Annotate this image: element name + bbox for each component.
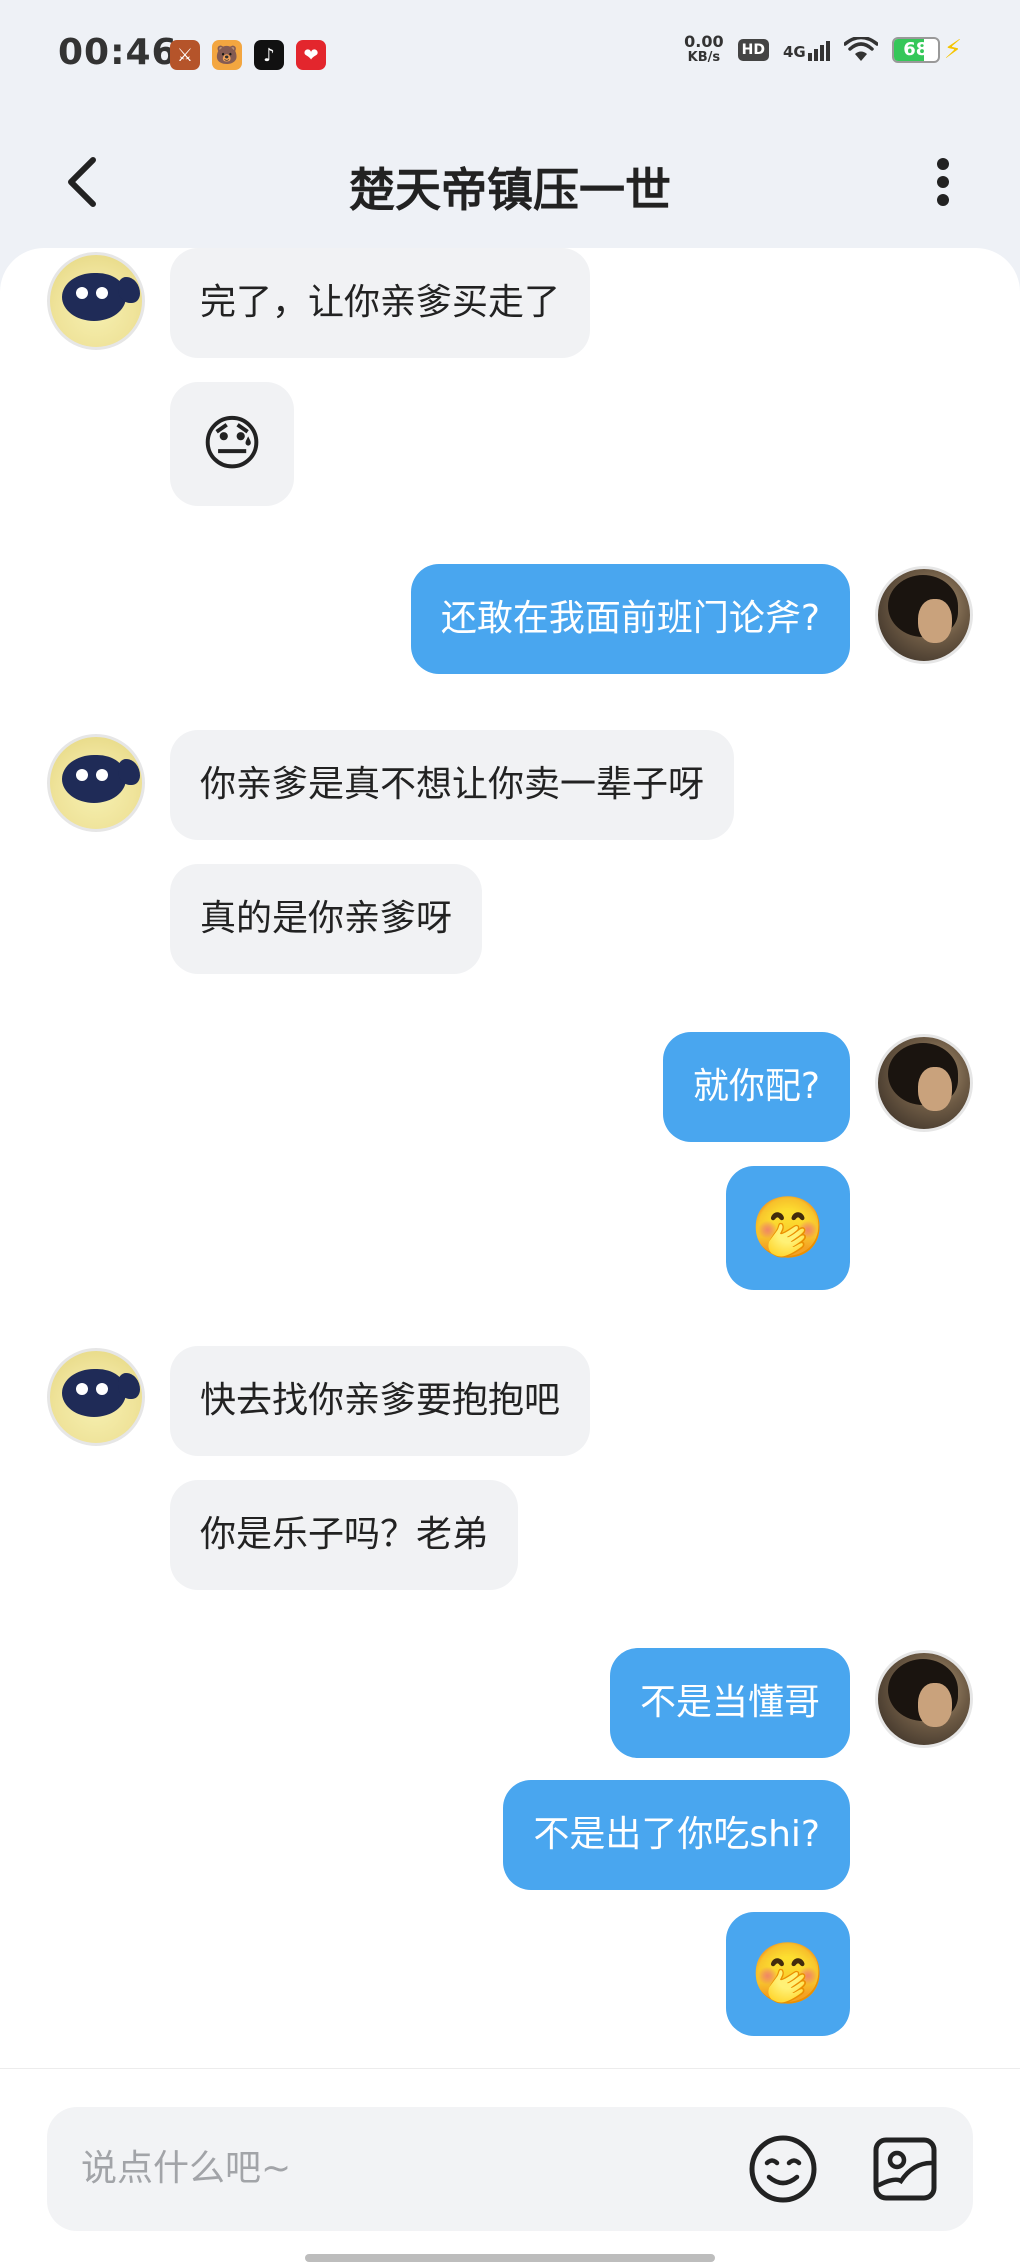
battery-level: 68 [903,39,929,60]
network-speed-unit: KB/s [687,50,721,65]
bear-app-icon: 🐻 [212,40,242,70]
chat-title: 楚天帝镇压一世 [349,163,671,217]
hd-badge: HD [737,39,769,61]
smiley-icon [749,2135,817,2203]
image-icon [873,2137,937,2201]
sent-emoji-message[interactable]: 🤭 [726,1912,850,2036]
status-time: 00:46 [58,32,178,73]
network-speed: 0.00 KB/s [684,34,723,66]
sent-emoji-message[interactable]: 🤭 [726,1166,850,1290]
received-message[interactable]: 你是乐子吗？老弟 [170,1480,519,1590]
red-app-icon: ❤ [296,40,326,70]
contact-avatar[interactable] [47,1348,145,1446]
user-avatar[interactable] [875,1650,973,1748]
battery-icon: 68 ⚡ [891,35,962,65]
sent-message[interactable]: 就你配? [662,1032,850,1142]
more-options-button[interactable] [918,152,968,212]
user-avatar[interactable] [875,1034,973,1132]
notification-icons: ⚔ 🐻 ♪ ❤ [170,40,326,70]
message-list[interactable]: 完了，让你亲爹买走了 😓 还敢在我面前班门论斧? 你亲爹是真不想让你卖一辈子呀 … [0,248,1020,2068]
wifi-icon [843,37,878,61]
sent-message[interactable]: 不是当懂哥 [609,1648,850,1758]
status-indicators: 0.00 KB/s HD 4G 68 ⚡ [684,34,962,66]
input-bar: 说点什么吧~ [0,2068,1020,2267]
message-input[interactable]: 说点什么吧~ [47,2107,973,2231]
received-message[interactable]: 你亲爹是真不想让你卖一辈子呀 [170,730,735,840]
tiktok-icon: ♪ [254,40,284,70]
message-input-placeholder: 说点什么吧~ [81,2148,292,2189]
contact-avatar[interactable] [47,734,145,832]
network-type: 4G [782,43,806,61]
network-speed-value: 0.00 [684,32,724,51]
game-app-icon: ⚔ [170,40,200,70]
received-emoji-message[interactable]: 😓 [170,382,294,506]
sent-message[interactable]: 还敢在我面前班门论斧? [410,564,850,674]
sent-message[interactable]: 不是出了你吃shi? [503,1780,850,1890]
received-message[interactable]: 完了，让你亲爹买走了 [170,248,591,358]
contact-avatar[interactable] [47,252,145,350]
user-avatar[interactable] [875,566,973,664]
chat-header: 楚天帝镇压一世 [0,112,1020,252]
image-picker-button[interactable] [869,2133,941,2205]
status-bar: 00:46 ⚔ 🐻 ♪ ❤ 0.00 KB/s HD 4G 68 ⚡ [0,0,1020,112]
home-indicator[interactable] [305,2254,715,2262]
emoji-button[interactable] [747,2133,819,2205]
charging-icon: ⚡ [943,35,962,65]
cellular-signal-icon: 4G [783,39,830,61]
received-message[interactable]: 真的是你亲爹呀 [170,864,483,974]
more-vertical-icon [937,158,949,206]
received-message[interactable]: 快去找你亲爹要抱抱吧 [170,1346,591,1456]
